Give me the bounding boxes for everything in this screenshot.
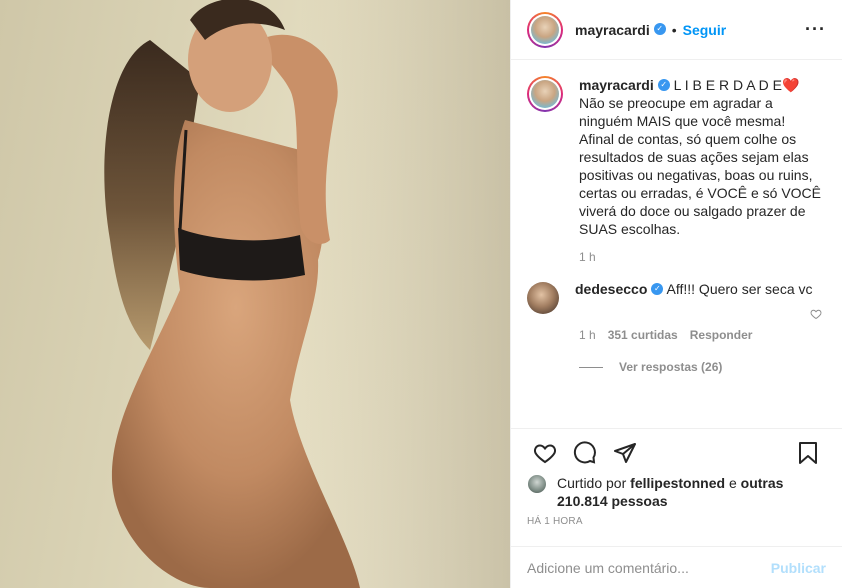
caption: mayracardi ✓ L I B E R D A D E❤️ Não se p…	[527, 76, 826, 238]
comment-body: Aff!!! Quero ser seca vc	[666, 281, 813, 297]
comment-time[interactable]: 1 h	[579, 328, 596, 342]
comment-meta: 1 h 351 curtidas Responder	[579, 328, 826, 342]
post-header: mayracardi ✓ • Seguir ···	[511, 0, 842, 60]
liked-by-prefix: Curtido por	[557, 475, 627, 491]
view-replies-button[interactable]: Ver respostas (26)	[579, 360, 826, 374]
post-photo-figure	[104, 0, 510, 588]
caption-text: mayracardi ✓ L I B E R D A D E❤️ Não se p…	[579, 76, 823, 238]
comments-section[interactable]: mayracardi ✓ L I B E R D A D E❤️ Não se p…	[511, 60, 842, 428]
comment-input[interactable]	[527, 559, 771, 576]
liker-username[interactable]: fellipestonned	[630, 475, 725, 491]
comment-item: dedesecco ✓ Aff!!! Quero ser seca vc	[527, 280, 826, 314]
caption-time[interactable]: 1 h	[579, 250, 826, 264]
bookmark-icon[interactable]	[788, 433, 828, 473]
share-send-icon[interactable]	[605, 433, 645, 473]
more-horizontal-icon[interactable]: ···	[805, 19, 826, 40]
verified-badge-icon: ✓	[651, 283, 664, 296]
verified-badge-icon: ✓	[653, 22, 666, 35]
liked-by-and: e	[728, 475, 737, 491]
caption-username[interactable]: mayracardi	[579, 77, 654, 93]
follow-button[interactable]: Seguir	[683, 22, 727, 38]
liker-avatar[interactable]	[527, 474, 547, 494]
action-bar	[511, 428, 842, 476]
reply-button[interactable]: Responder	[690, 328, 753, 342]
comment-like-heart-icon[interactable]	[810, 308, 822, 323]
comment-likes[interactable]: 351 curtidas	[608, 328, 678, 342]
like-heart-icon[interactable]	[525, 433, 565, 473]
commenter-avatar[interactable]	[527, 282, 559, 314]
liked-by-text: Curtido por fellipestonned e outras 210.…	[557, 474, 826, 510]
verified-badge-icon: ✓	[657, 79, 670, 92]
post-details-panel: mayracardi ✓ • Seguir ··· mayracardi ✓ L …	[510, 0, 842, 588]
replies-line	[579, 366, 603, 368]
post-photo[interactable]	[0, 0, 510, 588]
instagram-post: mayracardi ✓ • Seguir ··· mayracardi ✓ L …	[0, 0, 842, 588]
caption-title: L I B E R D A D E❤️	[673, 77, 800, 93]
post-timestamp[interactable]: HÁ 1 HORA	[527, 516, 583, 527]
comment-text: dedesecco ✓ Aff!!! Quero ser seca vc	[575, 280, 819, 314]
caption-body: Não se preocupe em agradar a ninguém MAI…	[579, 95, 821, 237]
comment-bubble-icon[interactable]	[565, 433, 605, 473]
publish-button[interactable]: Publicar	[771, 560, 826, 576]
liked-by: Curtido por fellipestonned e outras 210.…	[527, 474, 826, 510]
author-avatar[interactable]	[527, 11, 563, 48]
add-comment-bar: Publicar	[511, 546, 842, 588]
commenter-username[interactable]: dedesecco	[575, 281, 647, 297]
view-replies-label: Ver respostas (26)	[619, 360, 723, 374]
caption-author-avatar[interactable]	[527, 76, 563, 112]
author-username[interactable]: mayracardi	[575, 22, 650, 38]
separator-dot: •	[671, 21, 677, 38]
